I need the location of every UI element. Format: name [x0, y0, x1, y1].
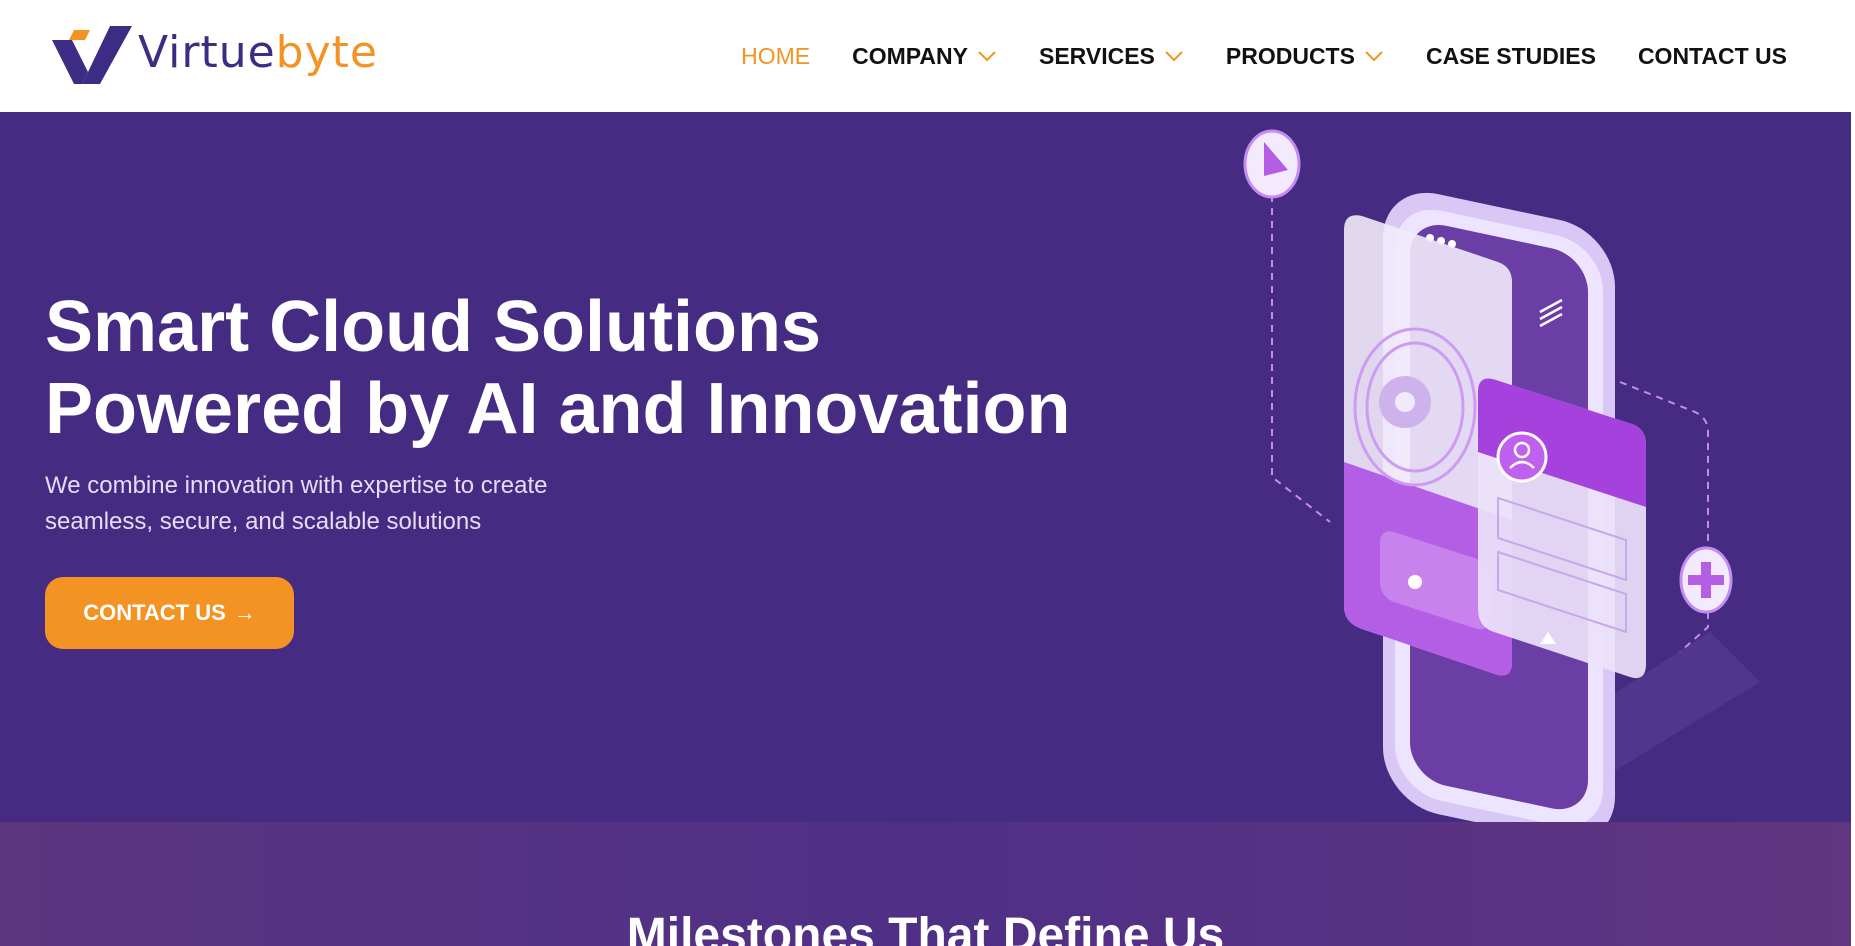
- brand-logo[interactable]: Virtuebyte: [52, 22, 432, 84]
- hero-title: Smart Cloud Solutions Powered by AI and …: [45, 287, 1071, 449]
- nav-home[interactable]: HOME: [741, 43, 810, 70]
- site-header: Virtuebyte HOME COMPANY SERVICES PRODUCT…: [0, 0, 1855, 112]
- chevron-down-icon: [978, 51, 996, 62]
- hero-section: Smart Cloud Solutions Powered by AI and …: [0, 112, 1851, 822]
- nav-products[interactable]: PRODUCTS: [1226, 43, 1384, 70]
- arrow-right-icon: →: [233, 600, 256, 625]
- chevron-down-icon: [1165, 51, 1183, 62]
- main-nav: HOME COMPANY SERVICES PRODUCTS CASE STUD…: [699, 0, 1787, 112]
- nav-contact-us[interactable]: CONTACT US: [1638, 43, 1787, 70]
- milestones-section: Milestones That Define Us: [0, 822, 1851, 946]
- virtuebyte-logo-icon: [52, 26, 132, 84]
- chevron-down-icon: [1365, 51, 1383, 62]
- contact-us-button[interactable]: CONTACT US →: [45, 577, 294, 649]
- nav-services[interactable]: SERVICES: [1039, 43, 1184, 70]
- nav-case-studies[interactable]: CASE STUDIES: [1426, 43, 1596, 70]
- nav-company[interactable]: COMPANY: [852, 43, 997, 70]
- milestones-heading: Milestones That Define Us: [626, 909, 1225, 946]
- hero-subtitle: We combine innovation with expertise to …: [45, 472, 548, 535]
- page-edge: [1851, 112, 1855, 946]
- brand-wordmark: Virtuebyte: [138, 27, 378, 78]
- mobile-app-illustration: [1243, 129, 1760, 822]
